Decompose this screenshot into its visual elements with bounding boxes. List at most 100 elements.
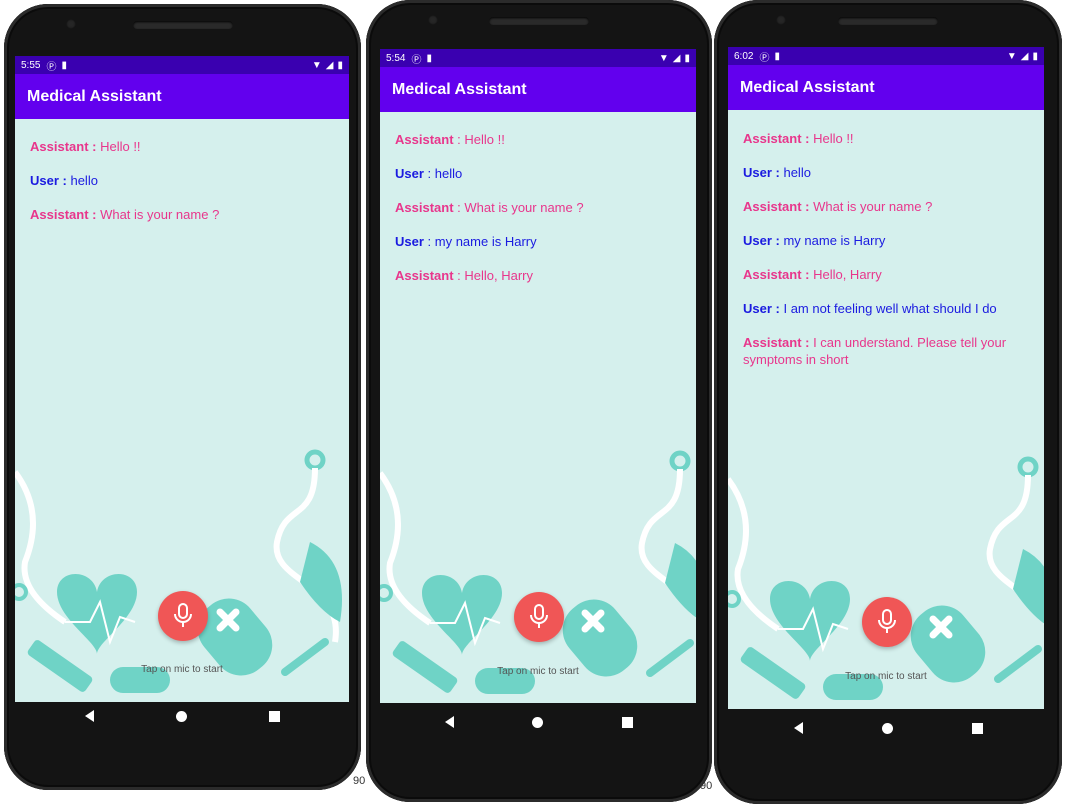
speaker-label: Assistant : — [30, 207, 97, 222]
mic-button[interactable] — [158, 591, 208, 641]
battery-icon: ▮ — [1032, 50, 1038, 62]
back-icon[interactable] — [793, 722, 803, 734]
microphone-icon — [878, 609, 896, 633]
signal-icon: ◢ — [672, 52, 681, 64]
phone-2: 5:54 Ⓟ ▮ ▼ ◢ ▮ Medical Assistant Assista… — [366, 0, 712, 802]
home-icon[interactable] — [176, 710, 187, 722]
speaker-label: Assistant : — [743, 199, 810, 214]
speaker-label: Assistant : — [743, 267, 810, 282]
speaker-label: User — [395, 234, 424, 249]
status-time: 6:02 — [734, 50, 754, 62]
phone-1: 5:55 Ⓟ ▮ ▼ ◢ ▮ Medical Assistant Assista… — [4, 4, 361, 790]
mic-button[interactable] — [514, 592, 564, 642]
battery-icon: ▮ — [337, 59, 343, 71]
edge-label: 90 — [700, 780, 713, 792]
chat-list: Assistant : Hello !! User : hello Assistan… — [30, 138, 337, 240]
speaker-label: Assistant — [395, 268, 454, 283]
mic-hint: Tap on mic to start — [141, 664, 223, 675]
assistant-message: Assistant : I can understand. Please tel… — [743, 334, 1032, 368]
phone-screen: 6:02 Ⓟ ▮ ▼ ◢ ▮ Medical Assistant Assista… — [728, 47, 1044, 709]
message-text: hello — [779, 165, 811, 180]
message-text: Hello !! — [809, 131, 854, 146]
message-text: Hello, Harry — [809, 267, 882, 282]
user-message: User : my name is Harry — [743, 232, 1032, 249]
wifi-icon: ▼ — [1006, 50, 1017, 62]
app-title: Medical Assistant — [740, 78, 875, 96]
signal-icon: ◢ — [1020, 50, 1029, 62]
message-text: Hello !! — [96, 139, 141, 154]
speaker-label: User : — [743, 233, 780, 248]
wifi-icon: ▼ — [311, 59, 322, 71]
home-icon[interactable] — [532, 716, 544, 728]
wifi-icon: ▼ — [658, 52, 669, 64]
message-text: : my name is Harry — [423, 234, 537, 249]
assistant-message: Assistant : Hello !! — [743, 130, 1032, 147]
user-message: User : I am not feeling well what should… — [743, 300, 1032, 317]
mic-button[interactable] — [862, 597, 912, 647]
status-bar: 6:02 Ⓟ ▮ ▼ ◢ ▮ — [728, 47, 1044, 65]
phone-screen: 5:54 Ⓟ ▮ ▼ ◢ ▮ Medical Assistant Assista… — [380, 49, 696, 703]
speaker-label: Assistant : — [743, 335, 810, 350]
assistant-message: Assistant : Hello, Harry — [743, 266, 1032, 283]
earpiece-speaker — [489, 17, 589, 25]
app-bar: Medical Assistant — [15, 74, 349, 119]
speaker-label: User : — [743, 165, 780, 180]
user-message: User : my name is Harry — [395, 233, 684, 250]
mic-hint: Tap on mic to start — [497, 666, 579, 677]
message-text: What is your name ? — [809, 199, 933, 214]
assistant-message: Assistant : Hello !! — [395, 131, 684, 148]
message-text: : What is your name ? — [453, 200, 584, 215]
assistant-message: Assistant : What is your name ? — [30, 206, 337, 223]
front-camera — [66, 19, 76, 29]
message-text: What is your name ? — [96, 207, 220, 222]
chat-list: Assistant : Hello !! User : hello Assistan… — [743, 130, 1032, 385]
sd-card-icon: ▮ — [61, 59, 67, 71]
earpiece-speaker — [838, 17, 938, 25]
sd-card-icon: ▮ — [774, 50, 780, 62]
message-text: : Hello, Harry — [453, 268, 533, 283]
message-text: : Hello !! — [453, 132, 505, 147]
message-text: I am not feeling well what should I do — [779, 301, 997, 316]
speaker-label: Assistant : — [30, 139, 97, 154]
user-message: User : hello — [30, 172, 337, 189]
speaker-label: Assistant : — [743, 131, 810, 146]
medical-background-illustration — [380, 450, 696, 694]
speaker-label: User : — [30, 173, 67, 188]
home-icon[interactable] — [881, 722, 893, 734]
earpiece-speaker — [132, 21, 233, 29]
back-icon[interactable] — [85, 710, 94, 722]
app-bar: Medical Assistant — [728, 65, 1044, 110]
recents-icon[interactable] — [971, 722, 983, 734]
status-time: 5:55 — [21, 59, 41, 71]
p-notification-icon: Ⓟ — [759, 52, 770, 64]
message-text: : hello — [423, 166, 463, 181]
user-message: User : hello — [395, 165, 684, 182]
chat-list: Assistant : Hello !! User : hello Assistan… — [395, 131, 684, 301]
status-time: 5:54 — [386, 52, 406, 64]
back-icon[interactable] — [445, 716, 455, 728]
front-camera — [428, 15, 438, 25]
sd-card-icon: ▮ — [426, 52, 432, 64]
speaker-label: Assistant — [395, 132, 454, 147]
user-message: User : hello — [743, 164, 1032, 181]
speaker-label: User : — [743, 301, 780, 316]
p-notification-icon: Ⓟ — [46, 61, 57, 73]
p-notification-icon: Ⓟ — [411, 54, 422, 66]
front-camera — [776, 15, 786, 25]
phone-3: 6:02 Ⓟ ▮ ▼ ◢ ▮ Medical Assistant Assista… — [714, 0, 1062, 804]
medical-background-illustration — [15, 449, 342, 693]
assistant-message: Assistant : What is your name ? — [395, 199, 684, 216]
status-bar: 5:55 Ⓟ ▮ ▼ ◢ ▮ — [15, 56, 349, 74]
message-text: my name is Harry — [779, 233, 886, 248]
edge-label: 90 — [353, 775, 366, 787]
recents-icon[interactable] — [269, 710, 280, 722]
phone-screen: 5:55 Ⓟ ▮ ▼ ◢ ▮ Medical Assistant Assista… — [15, 56, 349, 702]
assistant-message: Assistant : Hello !! — [30, 138, 337, 155]
recents-icon[interactable] — [621, 716, 633, 728]
app-title: Medical Assistant — [27, 87, 162, 105]
assistant-message: Assistant : What is your name ? — [743, 198, 1032, 215]
app-title: Medical Assistant — [392, 80, 527, 98]
mic-hint: Tap on mic to start — [845, 671, 927, 682]
message-text: hello — [66, 173, 98, 188]
navigation-bar — [4, 694, 361, 738]
